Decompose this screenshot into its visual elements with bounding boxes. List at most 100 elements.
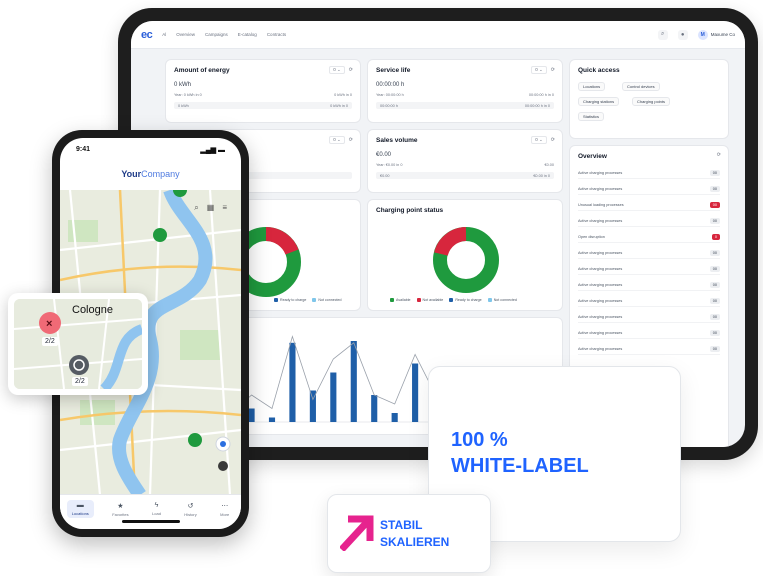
overview-row-label: Active charging processes <box>578 331 623 335</box>
star-icon: ★ <box>117 503 124 510</box>
service-meta: Year: 00:00:00 h 00:00:00 h in 0 <box>376 93 554 97</box>
status-time: 9:41 <box>76 146 91 153</box>
app-logo: ec <box>141 28 153 41</box>
chart-bar <box>268 417 276 422</box>
brand-bold: Your <box>121 169 142 179</box>
tab-favorites[interactable]: ★ Favorites <box>107 500 133 519</box>
charging-status-legend: Available Not available Ready to charge … <box>390 298 517 302</box>
popup-count-1: 2/2 <box>42 337 58 346</box>
overview-row-badge: 00 <box>709 298 720 304</box>
overview-row[interactable]: Active charging processes 00 <box>578 248 720 259</box>
nav-item-al[interactable]: Al <box>162 32 166 37</box>
sales-card-controls[interactable]: 0 ⌄ ⟳ <box>531 136 555 144</box>
left-middle-controls[interactable]: 0 ⌄ ⟳ <box>329 136 353 144</box>
service-card: Service life 0 ⌄ ⟳ 00:00:00 h Year: 00:00… <box>367 59 563 123</box>
quick-chip-statistics[interactable]: Statistics <box>578 112 605 121</box>
quick-access-title: Quick access <box>578 67 620 74</box>
chart-bar <box>330 372 337 422</box>
overview-row-label: Active charging processes <box>578 315 623 319</box>
overview-row-label: Unusual loading processes <box>578 203 624 207</box>
overview-row[interactable]: Active charging processes 00 <box>578 328 720 339</box>
left-donut-legend: Ready to charge Not connected <box>274 298 342 302</box>
overview-row-badge: 00 <box>709 346 720 352</box>
overview-row[interactable]: Open disruption 0 <box>578 232 720 243</box>
refresh-icon[interactable]: ⟳ <box>717 152 721 158</box>
nav-item-contracts[interactable]: Contracts <box>267 32 286 37</box>
search-icon[interactable]: ⌕ <box>657 29 668 40</box>
popup-count-2: 2/2 <box>72 377 88 386</box>
refresh-icon: ⟳ <box>550 67 555 73</box>
bell-icon[interactable]: ● <box>677 29 688 40</box>
tab-history[interactable]: ↺ History <box>179 500 201 519</box>
quick-chip-control-devices[interactable]: Control devices <box>622 82 660 91</box>
chart-bar <box>371 395 378 422</box>
user-menu[interactable]: M Maxume Co <box>697 29 735 40</box>
company-brand: YourCompany <box>60 169 241 179</box>
tab-more[interactable]: ⋯ More <box>215 500 234 519</box>
overview-row[interactable]: Active charging processes 00 <box>578 216 720 227</box>
nav-item-campaigns[interactable]: Campaigns <box>205 32 228 37</box>
chart-bar <box>248 408 255 422</box>
overview-row[interactable]: Active charging processes 00 <box>578 168 720 179</box>
overview-row[interactable]: Active charging processes 00 <box>578 184 720 195</box>
stabil-line2: SKALIEREN <box>380 534 450 549</box>
overview-row[interactable]: Active charging processes 00 <box>578 344 720 355</box>
nav-item-ecatalog[interactable]: E-catalog <box>238 32 257 37</box>
map-icon: ▬ <box>76 502 84 509</box>
chart-bar <box>391 413 398 422</box>
overview-row[interactable]: Active charging processes 00 <box>578 296 720 307</box>
overview-row-badge: 00 <box>709 282 720 288</box>
home-indicator <box>121 520 180 523</box>
filter-icon[interactable]: ≡ <box>222 203 227 213</box>
overview-row-label: Active charging processes <box>578 283 623 287</box>
overview-row-badge: 00 <box>709 202 720 208</box>
cologne-popup[interactable]: × Cologne 2/2 2/2 <box>8 293 148 395</box>
stabil-text: STABIL SKALIEREN <box>380 517 449 551</box>
charging-status-donut <box>433 227 499 293</box>
quick-chip-locations[interactable]: Locations <box>578 82 606 91</box>
tab-locations[interactable]: ▬ Locations <box>66 500 94 518</box>
refresh-icon: ⟳ <box>348 67 353 73</box>
overview-row[interactable]: Active charging processes 00 <box>578 264 720 275</box>
sales-card: Sales volume 0 ⌄ ⟳ €0.00 Year: €0.00 in 0… <box>367 129 563 193</box>
overview-row-label: Active charging processes <box>578 267 623 271</box>
overview-row-label: Active charging processes <box>578 251 623 255</box>
phone-tab-bar: ▬ Locations ★ Favorites ϟ Load ↺ History ⋯ Mo… <box>60 494 241 529</box>
white-label-line2: WHITE-LABEL <box>451 455 589 478</box>
sales-meta: Year: €0.00 in 0 €0.00 <box>376 163 554 167</box>
quick-chip-charging-points[interactable]: Charging points <box>632 97 671 106</box>
energy-bar: 0 kWh 0 kWh in 0 <box>174 102 352 109</box>
service-bar: 00:00:00 h 00:00:00 h in 0 <box>376 102 554 109</box>
overview-row-badge: 00 <box>709 330 720 336</box>
white-label-line1: 100 % <box>451 429 508 451</box>
overview-row-label: Active charging processes <box>578 187 623 191</box>
svg-text:×: × <box>46 318 52 330</box>
avatar: M <box>697 29 708 40</box>
energy-card-controls[interactable]: 0 ⌄ ⟳ <box>329 66 353 74</box>
overview-row[interactable]: Active charging processes 00 <box>578 312 720 323</box>
quick-access-card: Quick access Locations Control devices C… <box>569 59 729 139</box>
stabil-line1: STABIL <box>380 518 423 532</box>
tab-load[interactable]: ϟ Load <box>147 500 166 518</box>
search-icon[interactable]: ⌕ <box>194 203 198 213</box>
overview-row[interactable]: Active charging processes 00 <box>578 280 720 291</box>
grid-icon[interactable]: ▦ <box>207 203 215 213</box>
overview-row[interactable]: Unusual loading processes 00 <box>578 200 720 211</box>
white-label-text: 100 % WHITE-LABEL <box>451 427 589 480</box>
service-card-title: Service life <box>376 67 411 74</box>
quick-chip-charging-stations[interactable]: Charging stations <box>578 97 620 106</box>
signal-icon: ▂▄▆ ▬ <box>200 147 225 154</box>
nav-item-overview[interactable]: Overview <box>176 32 195 37</box>
service-card-controls[interactable]: 0 ⌄ ⟳ <box>531 66 555 74</box>
overview-row-label: Active charging processes <box>578 299 623 303</box>
user-name: Maxume Co <box>710 32 735 37</box>
stabil-card: STABIL SKALIEREN <box>327 494 491 573</box>
overview-row-badge: 0 <box>711 234 720 240</box>
refresh-icon: ⟳ <box>348 137 353 143</box>
energy-value: 0 kWh <box>174 82 192 88</box>
overview-row-badge: 00 <box>709 266 720 272</box>
chart-bar <box>289 342 296 422</box>
energy-card-title: Amount of energy <box>174 67 230 74</box>
overview-row-label: Active charging processes <box>578 347 623 351</box>
more-icon: ⋯ <box>221 503 229 510</box>
